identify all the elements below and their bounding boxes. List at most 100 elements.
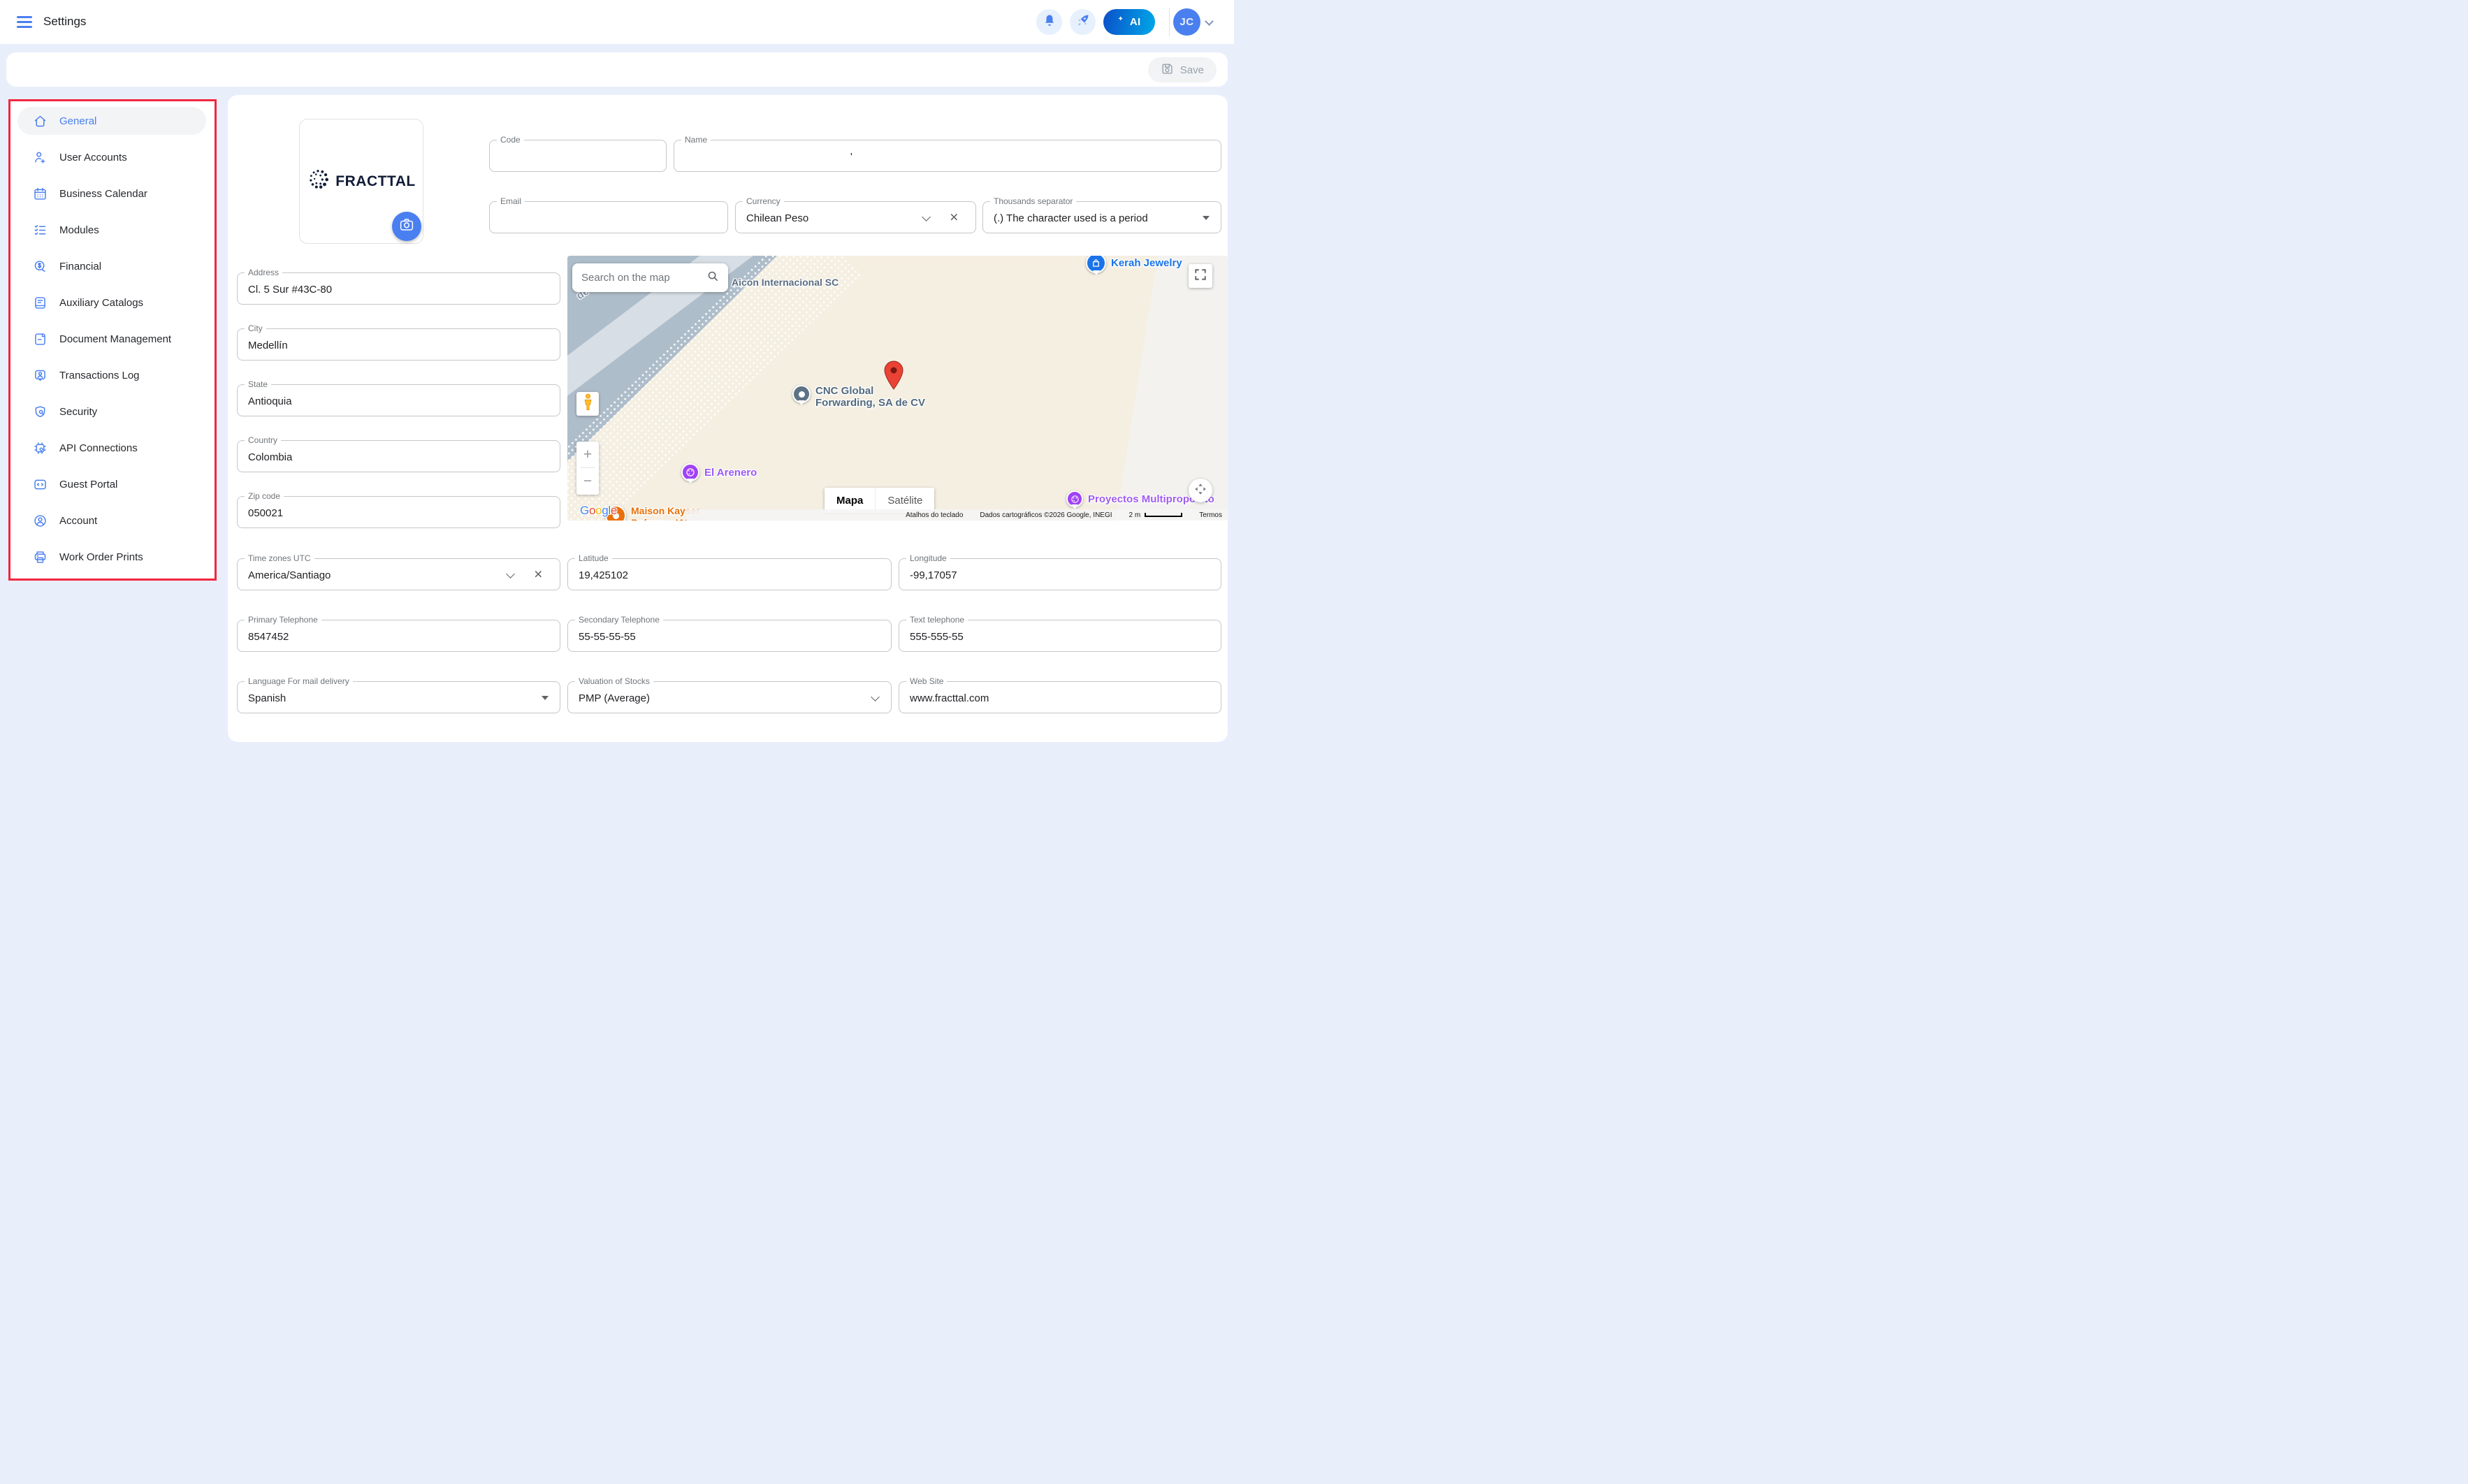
sidebar-item-api-connections[interactable]: API Connections xyxy=(17,434,206,462)
state-field[interactable]: State Antioquia xyxy=(237,380,560,416)
map-search-input[interactable]: Search on the map xyxy=(572,263,728,292)
map-pan-control[interactable] xyxy=(1189,479,1212,502)
map-fullscreen-button[interactable] xyxy=(1189,264,1212,288)
sparkle-icon: ✦ xyxy=(1118,15,1124,23)
timezone-value: America/Santiago xyxy=(248,569,331,581)
home-icon xyxy=(32,113,48,129)
top-app-bar: Settings ✦ AI JC xyxy=(0,0,1234,44)
dropdown-arrow-icon[interactable] xyxy=(542,696,549,700)
location-marker-icon[interactable] xyxy=(883,361,904,393)
primary-telephone-value: 8547452 xyxy=(248,631,289,643)
secondary-telephone-field[interactable]: Secondary Telephone 55-55-55-55 xyxy=(567,616,892,652)
printer-icon xyxy=(32,549,48,565)
sidebar-item-transactions-log[interactable]: Transactions Log xyxy=(17,361,206,389)
portal-icon xyxy=(32,477,48,492)
chip-icon xyxy=(32,440,48,456)
poi-cnc-global-forwarding[interactable]: CNC GlobalForwarding, SA de CV xyxy=(792,385,925,409)
state-value: Antioquia xyxy=(248,395,292,407)
map-zoom-control: + − xyxy=(576,442,599,495)
fullscreen-icon xyxy=(1194,268,1207,284)
sidebar-menu: General User Accounts Business Calendar … xyxy=(10,101,215,579)
save-button[interactable]: Save xyxy=(1148,57,1217,82)
secondary-telephone-value: 55-55-55-55 xyxy=(579,631,636,643)
rocket-icon xyxy=(1076,13,1090,31)
bell-icon xyxy=(1043,13,1056,31)
website-value: www.fracttal.com xyxy=(910,692,989,704)
currency-field[interactable]: Currency Chilean Peso ✕ xyxy=(735,197,976,233)
thousands-separator-field[interactable]: Thousands separator (.) The character us… xyxy=(982,197,1221,233)
latitude-field[interactable]: Latitude 19,425102 xyxy=(567,554,892,590)
clear-icon[interactable]: ✕ xyxy=(950,210,959,224)
timezone-field[interactable]: Time zones UTC America/Santiago ✕ xyxy=(237,554,560,590)
poi-kerah-jewelry[interactable]: Kerah Jewelry xyxy=(1086,256,1182,273)
chevron-down-icon[interactable] xyxy=(871,692,880,701)
longitude-field[interactable]: Longitude -99,17057 xyxy=(899,554,1221,590)
page-title: Settings xyxy=(43,15,86,29)
country-value: Colombia xyxy=(248,451,292,463)
name-field[interactable]: Name ' xyxy=(674,136,1221,172)
checklist-icon xyxy=(32,222,48,238)
website-field[interactable]: Web Site www.fracttal.com xyxy=(899,677,1221,713)
city-field[interactable]: City Medellín xyxy=(237,324,560,361)
attraction-pin-icon xyxy=(681,463,699,481)
google-logo[interactable]: Google xyxy=(580,504,617,518)
sidebar-item-document-management[interactable]: Document Management xyxy=(17,325,206,353)
sidebar-item-account[interactable]: Account xyxy=(17,507,206,534)
sidebar-item-security[interactable]: Security xyxy=(17,398,206,425)
zoom-in-button[interactable]: + xyxy=(576,442,599,467)
text-telephone-field[interactable]: Text telephone 555-555-55 xyxy=(899,616,1221,652)
poi-aicon-internacional[interactable]: Aicon Internacional SC xyxy=(732,277,839,288)
street-view-pegman-button[interactable] xyxy=(576,392,599,416)
upload-logo-button[interactable] xyxy=(392,212,421,241)
notifications-button[interactable] xyxy=(1036,9,1062,35)
map-scale: 2 m xyxy=(1129,511,1183,519)
valuation-of-stocks-field[interactable]: Valuation of Stocks PMP (Average) xyxy=(567,677,892,713)
code-field[interactable]: Code xyxy=(489,136,667,172)
clear-icon[interactable]: ✕ xyxy=(534,567,543,581)
ai-assistant-button[interactable]: ✦ AI xyxy=(1103,9,1155,35)
fracttal-dots-logo-icon xyxy=(307,168,331,195)
longitude-value: -99,17057 xyxy=(910,569,957,581)
address-field[interactable]: Address Cl. 5 Sur #43C-80 xyxy=(237,268,560,305)
sidebar-item-auxiliary-catalogs[interactable]: Auxiliary Catalogs xyxy=(17,289,206,317)
valuation-value: PMP (Average) xyxy=(579,692,650,704)
country-field[interactable]: Country Colombia xyxy=(237,436,560,472)
camera-icon xyxy=(400,218,414,235)
thousands-separator-value: (.) The character used is a period xyxy=(994,212,1148,224)
poi-el-arenero[interactable]: El Arenero xyxy=(681,463,757,481)
user-plus-icon xyxy=(32,150,48,165)
sidebar-item-business-calendar[interactable]: Business Calendar xyxy=(17,180,206,208)
language-field[interactable]: Language For mail delivery Spanish xyxy=(237,677,560,713)
city-value: Medellín xyxy=(248,340,288,351)
primary-telephone-field[interactable]: Primary Telephone 8547452 xyxy=(237,616,560,652)
chevron-down-icon[interactable] xyxy=(506,569,515,579)
avatar[interactable]: JC xyxy=(1173,8,1200,36)
sidebar-item-financial[interactable]: Financial xyxy=(17,252,206,280)
terms-link[interactable]: Termos xyxy=(1199,511,1222,519)
chevron-down-icon[interactable] xyxy=(1205,17,1214,26)
sidebar-item-user-accounts[interactable]: User Accounts xyxy=(17,143,206,171)
calendar-icon xyxy=(32,186,48,201)
search-icon[interactable] xyxy=(707,270,719,286)
sidebar-item-modules[interactable]: Modules xyxy=(17,216,206,244)
whats-new-button[interactable] xyxy=(1070,9,1096,35)
menu-icon[interactable] xyxy=(17,16,32,28)
location-map[interactable]: de la Refo Aicon Internacional SC Kerah … xyxy=(567,256,1228,521)
currency-value: Chilean Peso xyxy=(746,212,808,224)
sidebar-item-work-order-prints[interactable]: Work Order Prints xyxy=(17,543,206,571)
dropdown-arrow-icon[interactable] xyxy=(1203,216,1210,220)
zoom-out-button[interactable]: − xyxy=(576,468,599,494)
account-icon xyxy=(32,513,48,528)
shopping-pin-icon xyxy=(1086,256,1106,273)
name-value: ' xyxy=(850,151,852,163)
coin-icon xyxy=(32,259,48,274)
sidebar-item-guest-portal[interactable]: Guest Portal xyxy=(17,470,206,498)
chevron-down-icon[interactable] xyxy=(922,212,931,221)
map-attribution-bar: Atalhos do teclado Dados cartográficos ©… xyxy=(686,509,1228,521)
settings-sidebar: General User Accounts Business Calendar … xyxy=(8,99,217,581)
keyboard-shortcuts-link[interactable]: Atalhos do teclado xyxy=(906,511,963,519)
company-logo-wordmark: FRACTTAL xyxy=(335,173,415,190)
sidebar-item-general[interactable]: General xyxy=(17,107,206,135)
email-field[interactable]: Email xyxy=(489,197,728,233)
zip-code-field[interactable]: Zip code 050021 xyxy=(237,492,560,528)
